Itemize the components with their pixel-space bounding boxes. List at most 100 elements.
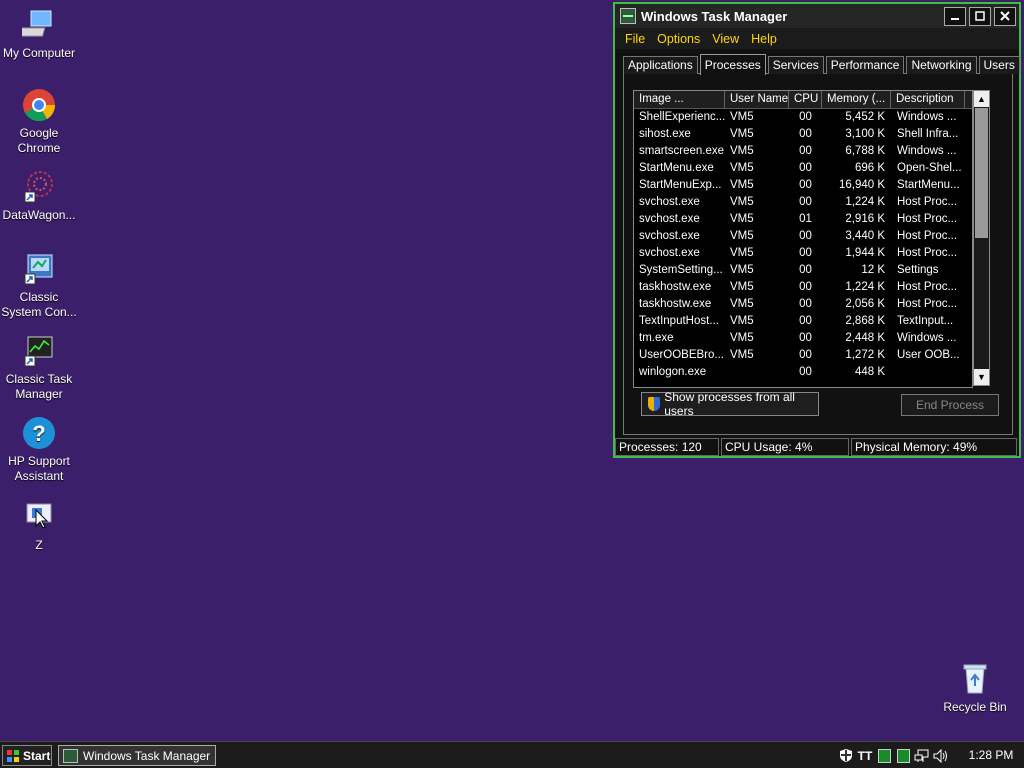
cell-image: svchost.exe (639, 213, 700, 225)
desktop-icon-label: Recycle Bin (943, 700, 1007, 714)
close-button[interactable] (994, 6, 1016, 26)
vertical-scrollbar[interactable]: ▲ ▼ (973, 90, 990, 386)
desktop-icon-z[interactable]: Z (0, 500, 78, 553)
cell-description: User OOB... (897, 349, 960, 361)
table-row[interactable]: sihost.exe VM5 00 3,100 K Shell Infra... (634, 126, 972, 143)
volume-icon[interactable] (933, 748, 949, 764)
cell-memory: 1,272 K (845, 349, 885, 361)
menu-help[interactable]: Help (751, 32, 777, 46)
cell-description: Shell Infra... (897, 128, 959, 140)
cell-memory: 2,868 K (845, 315, 885, 327)
desktop-icon-recycle-bin[interactable]: Recycle Bin (936, 662, 1014, 715)
cell-description: Host Proc... (897, 196, 958, 208)
cell-memory: 1,944 K (845, 247, 885, 259)
table-row[interactable]: ShellExperienc... VM5 00 5,452 K Windows ... (634, 109, 972, 126)
menu-view[interactable]: View (712, 32, 739, 46)
scroll-up-icon[interactable]: ▲ (974, 91, 989, 107)
cell-image: winlogon.exe (639, 366, 707, 378)
security-shield-icon[interactable] (838, 748, 854, 764)
table-row[interactable]: StartMenuExp... VM5 00 16,940 K StartMenu... (634, 177, 972, 194)
tab-users[interactable]: Users (978, 56, 1020, 74)
table-row[interactable]: svchost.exe VM5 01 2,916 K Host Proc... (634, 211, 972, 228)
cell-description: Host Proc... (897, 230, 958, 242)
minimize-icon (951, 18, 959, 20)
table-row[interactable]: smartscreen.exe VM5 00 6,788 K Windows ... (634, 143, 972, 160)
cell-user: VM5 (730, 128, 754, 140)
process-rows: ShellExperienc... VM5 00 5,452 K Windows ...… (634, 109, 972, 381)
column-header-cpu[interactable]: CPU (789, 91, 822, 108)
column-header-user[interactable]: User Name (725, 91, 789, 108)
task-manager-icon (63, 748, 78, 763)
desktop-icon-my-computer[interactable]: My Computer (0, 8, 78, 61)
table-row[interactable]: SystemSetting... VM5 00 12 K Settings (634, 262, 972, 279)
table-row[interactable]: UserOOBEBro... VM5 00 1,272 K User OOB... (634, 347, 972, 364)
cell-description (891, 364, 965, 381)
cell-memory: 1,224 K (845, 196, 885, 208)
table-row[interactable]: svchost.exe VM5 00 3,440 K Host Proc... (634, 228, 972, 245)
table-row[interactable]: taskhostw.exe VM5 00 2,056 K Host Proc... (634, 296, 972, 313)
cell-memory: 3,440 K (845, 230, 885, 242)
menu-file[interactable]: File (625, 32, 645, 46)
cell-memory: 2,448 K (845, 332, 885, 344)
table-row[interactable]: winlogon.exe 00 448 K (634, 364, 972, 381)
control-panel-icon (22, 252, 56, 286)
desktop-icon-task-manager[interactable]: Classic Task Manager (0, 334, 78, 402)
green-app-icon[interactable] (876, 748, 892, 764)
tab-processes[interactable]: Processes (699, 54, 766, 75)
title-bar[interactable]: Windows Task Manager (615, 4, 1019, 29)
cell-description: Host Proc... (897, 298, 958, 310)
maximize-button[interactable] (969, 6, 991, 26)
show-all-processes-button[interactable]: Show processes from all users (641, 390, 819, 418)
desktop-icon-hp-support[interactable]: ? HP Support Assistant (0, 416, 78, 484)
menu-bar: File Options View Help (615, 29, 1019, 49)
column-header-description[interactable]: Description (891, 91, 965, 108)
tab-services[interactable]: Services (767, 56, 824, 74)
close-icon (1000, 11, 1010, 21)
table-row[interactable]: svchost.exe VM5 00 1,944 K Host Proc... (634, 245, 972, 262)
cell-memory: 1,224 K (845, 281, 885, 293)
taskbar: Start Windows Task Manager TT 1:28 PM (0, 741, 1024, 768)
tab-networking[interactable]: Networking (906, 56, 977, 74)
recycle-bin-icon (958, 662, 992, 696)
font-tt-icon[interactable]: TT (857, 748, 873, 764)
table-row[interactable]: taskhostw.exe VM5 00 1,224 K Host Proc... (634, 279, 972, 296)
tab-applications[interactable]: Applications (623, 56, 698, 74)
table-row[interactable]: svchost.exe VM5 00 1,224 K Host Proc... (634, 194, 972, 211)
process-list[interactable]: Image ... User Name CPU Memory (... Desc… (633, 90, 973, 388)
cell-cpu: 00 (799, 162, 812, 174)
cell-cpu: 00 (799, 128, 812, 140)
table-row[interactable]: TextInputHost... VM5 00 2,868 K TextInput... (634, 313, 972, 330)
menu-options[interactable]: Options (657, 32, 700, 46)
cell-user: VM5 (730, 162, 754, 174)
tab-performance[interactable]: Performance (825, 56, 905, 74)
taskbar-task-manager[interactable]: Windows Task Manager (58, 745, 216, 766)
scroll-down-icon[interactable]: ▼ (974, 369, 989, 385)
desktop-icon-chrome[interactable]: Google Chrome (0, 88, 78, 156)
cell-user: VM5 (730, 264, 754, 276)
column-header-memory[interactable]: Memory (... (822, 91, 891, 108)
clock[interactable]: 1:28 PM (964, 745, 1018, 766)
show-all-processes-label: Show processes from all users (664, 390, 795, 418)
scrollbar-thumb[interactable] (975, 108, 988, 238)
task-manager-icon (620, 8, 636, 24)
start-button[interactable]: Start (2, 745, 52, 766)
green-app-icon[interactable] (895, 748, 911, 764)
column-header-image[interactable]: Image ... (634, 91, 725, 108)
cell-cpu: 00 (799, 298, 812, 310)
network-icon[interactable] (914, 748, 930, 764)
maximize-icon (975, 11, 985, 21)
table-row[interactable]: StartMenu.exe VM5 00 696 K Open-Shel... (634, 160, 972, 177)
cell-cpu: 01 (799, 213, 812, 225)
chrome-icon (22, 88, 56, 122)
desktop-icon-control-panel[interactable]: Classic System Con... (0, 252, 78, 320)
minimize-button[interactable] (944, 6, 966, 26)
table-row[interactable]: tm.exe VM5 00 2,448 K Windows ... (634, 330, 972, 347)
help-icon: ? (22, 416, 56, 450)
desktop-icon-label: Google Chrome (17, 126, 61, 155)
cell-description: Host Proc... (897, 281, 958, 293)
cell-description: Host Proc... (897, 247, 958, 259)
end-process-button[interactable]: End Process (901, 394, 999, 416)
cell-cpu: 00 (799, 247, 812, 259)
desktop-icon-datawagon[interactable]: DataWagon... (0, 170, 78, 223)
cell-memory: 6,788 K (845, 145, 885, 157)
